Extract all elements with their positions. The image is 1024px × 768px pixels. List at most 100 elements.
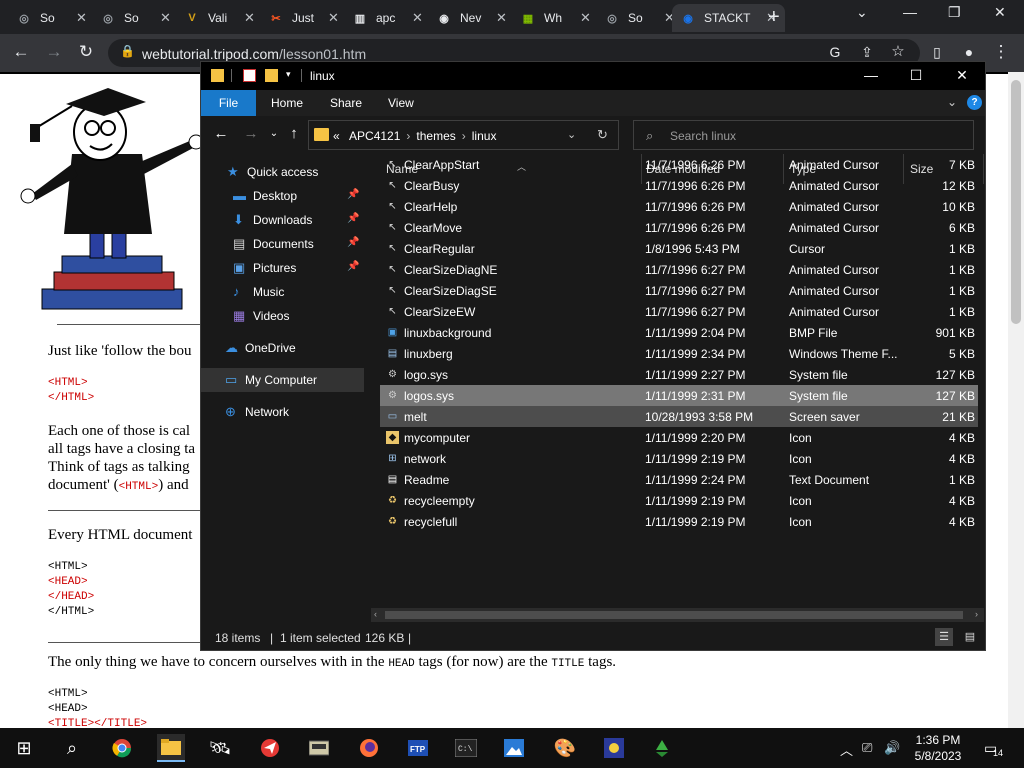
- customize-quick-access-icon[interactable]: ▾: [286, 69, 299, 80]
- large-icons-view-icon[interactable]: ▤: [961, 628, 979, 646]
- tab-search-icon[interactable]: ⌄: [856, 4, 868, 21]
- tab-home[interactable]: Home: [271, 96, 303, 110]
- browser-tab[interactable]: ✂ Just ✕: [260, 4, 347, 32]
- address-bar[interactable]: « APC4121 › themes › linux ⌄ ↻: [308, 120, 619, 150]
- close-tab-icon[interactable]: ✕: [244, 10, 255, 26]
- terminal-icon[interactable]: C:\: [452, 734, 480, 762]
- file-row[interactable]: ⚙ logos.sys 1/11/1999 2:31 PM System file 12…: [380, 385, 978, 406]
- file-row[interactable]: ♻ recycleempty 1/11/1999 2:19 PM Icon 4 KB: [380, 490, 978, 511]
- pin-icon[interactable]: 📌: [347, 213, 359, 224]
- pin-icon[interactable]: 📌: [347, 261, 359, 272]
- lock-icon[interactable]: 🔒: [120, 44, 135, 58]
- menu-icon[interactable]: ⋮: [990, 42, 1012, 62]
- browser-tab[interactable]: ▥ apc ✕: [344, 4, 431, 32]
- restore-browser-icon[interactable]: ❐: [948, 4, 961, 21]
- nav-item-desktop[interactable]: ▬ Desktop 📌: [201, 184, 364, 208]
- nav-item-pictures[interactable]: ▣ Pictures 📌: [201, 256, 364, 280]
- network-tray-icon[interactable]: ⎚: [862, 740, 872, 756]
- paint-icon[interactable]: 🎨: [551, 734, 579, 762]
- disk-cleanup-icon[interactable]: 🛰: [206, 734, 234, 762]
- back-icon[interactable]: ←: [211, 125, 231, 142]
- vs-icon[interactable]: [600, 734, 628, 762]
- chrome-icon[interactable]: [108, 734, 136, 762]
- expand-ribbon-icon[interactable]: ⌄: [947, 95, 957, 109]
- pin-icon[interactable]: 📌: [347, 189, 359, 200]
- close-icon[interactable]: ✕: [947, 67, 977, 84]
- nav-item-music[interactable]: ♪ Music: [201, 280, 364, 304]
- file-row[interactable]: ◆ mycomputer 1/11/1999 2:20 PM Icon 4 KB: [380, 427, 978, 448]
- pin-icon[interactable]: 📌: [347, 237, 359, 248]
- breadcrumb-item[interactable]: linux: [472, 129, 497, 143]
- share-icon[interactable]: ⇪: [856, 44, 878, 61]
- browser-tab[interactable]: ◎ So ✕: [596, 4, 683, 32]
- nav-item-network[interactable]: ⊕ Network: [201, 400, 364, 424]
- close-browser-icon[interactable]: ✕: [994, 4, 1006, 21]
- scroll-left-icon[interactable]: ‹: [374, 609, 377, 619]
- file-explorer-icon[interactable]: [157, 734, 185, 762]
- search-input[interactable]: [670, 127, 960, 144]
- forward-icon[interactable]: →: [241, 125, 261, 142]
- file-row[interactable]: ▤ Readme 1/11/1999 2:24 PM Text Document 1 K…: [380, 469, 978, 490]
- close-tab-icon[interactable]: ✕: [160, 10, 171, 26]
- file-row[interactable]: ▣ linuxbackground 1/11/1999 2:04 PM BMP Fil…: [380, 322, 978, 343]
- tab-file[interactable]: File: [201, 90, 256, 116]
- nav-item-documents[interactable]: ▤ Documents 📌: [201, 232, 364, 256]
- browser-tab[interactable]: ◎ So ✕: [8, 4, 95, 32]
- show-hidden-icons-icon[interactable]: ︿: [840, 740, 853, 759]
- file-row[interactable]: ↖ ClearSizeEW 11/7/1996 6:27 PM Animated Cu…: [380, 301, 978, 322]
- close-tab-icon[interactable]: ✕: [76, 10, 87, 26]
- notification-icon[interactable]: ▭ 14: [984, 740, 1003, 758]
- nav-item-videos[interactable]: ▦ Videos: [201, 304, 364, 328]
- breadcrumb-item[interactable]: themes: [416, 129, 455, 143]
- file-row[interactable]: ↖ ClearSizeDiagNE 11/7/1996 6:27 PM Animate…: [380, 259, 978, 280]
- file-row[interactable]: ▤ linuxberg 1/11/1999 2:34 PM Windows Theme…: [380, 343, 978, 364]
- file-row[interactable]: ↖ ClearAppStart 11/7/1996 6:26 PM Animated …: [380, 154, 978, 175]
- close-tab-icon[interactable]: ✕: [328, 10, 339, 26]
- browser-tab[interactable]: ◉ Nev ✕: [428, 4, 515, 32]
- radio-app-icon[interactable]: [305, 734, 333, 762]
- breadcrumb-overflow[interactable]: «: [333, 129, 340, 143]
- file-row[interactable]: ▭ melt 10/28/1993 3:58 PM Screen saver 21 KB: [380, 406, 978, 427]
- new-folder-icon[interactable]: [265, 69, 278, 82]
- back-icon[interactable]: ←: [10, 42, 32, 62]
- close-tab-icon[interactable]: ✕: [496, 10, 507, 26]
- side-panel-icon[interactable]: ▯: [926, 44, 948, 61]
- browser-tab[interactable]: ◎ So ✕: [92, 4, 179, 32]
- photos-icon[interactable]: [500, 734, 528, 762]
- browser-tab[interactable]: ▦ Wh ✕: [512, 4, 599, 32]
- tab-view[interactable]: View: [388, 96, 414, 110]
- recent-locations-icon[interactable]: ⌄: [264, 128, 284, 139]
- nav-item-my-computer[interactable]: ▭ My Computer: [201, 368, 364, 392]
- bookmark-star-icon[interactable]: ☆: [887, 42, 909, 60]
- url-text[interactable]: webtutorial.tripod.com/lesson01.htm: [142, 46, 366, 62]
- file-row[interactable]: ⊞ network 1/11/1999 2:19 PM Icon 4 KB: [380, 448, 978, 469]
- volume-icon[interactable]: 🔊: [884, 740, 900, 756]
- file-row[interactable]: ↖ ClearRegular 1/8/1996 5:43 PM Cursor 1 KB: [380, 238, 978, 259]
- page-scroll-thumb[interactable]: [1011, 80, 1021, 324]
- scroll-thumb[interactable]: [385, 611, 963, 619]
- file-row[interactable]: ↖ ClearHelp 11/7/1996 6:26 PM Animated Curs…: [380, 196, 978, 217]
- reload-icon[interactable]: ↻: [75, 42, 97, 62]
- system-clock[interactable]: 1:36 PM 5/8/2023: [903, 732, 973, 764]
- file-row[interactable]: ♻ recyclefull 1/11/1999 2:19 PM Icon 4 KB: [380, 511, 978, 532]
- windows-start-icon[interactable]: ⊞: [10, 734, 38, 762]
- forward-icon[interactable]: →: [43, 42, 65, 62]
- refresh-icon[interactable]: ↻: [597, 127, 608, 143]
- file-row[interactable]: ↖ ClearMove 11/7/1996 6:26 PM Animated Curs…: [380, 217, 978, 238]
- ftp-client-icon[interactable]: FTP: [404, 734, 432, 762]
- profile-icon[interactable]: ●: [958, 44, 980, 60]
- nav-item-quick-access[interactable]: ★ Quick access: [201, 160, 364, 184]
- new-tab-button[interactable]: +: [768, 6, 780, 29]
- nav-item-onedrive[interactable]: ☁ OneDrive: [201, 336, 364, 360]
- firefox-icon[interactable]: [355, 734, 383, 762]
- file-row[interactable]: ↖ ClearSizeDiagSE 11/7/1996 6:27 PM Animate…: [380, 280, 978, 301]
- horizontal-scrollbar[interactable]: ‹ ›: [371, 608, 984, 622]
- file-row[interactable]: ↖ ClearBusy 11/7/1996 6:26 PM Animated Curs…: [380, 175, 978, 196]
- close-tab-icon[interactable]: ✕: [412, 10, 423, 26]
- maximize-icon[interactable]: ☐: [901, 67, 931, 84]
- google-icon[interactable]: G: [824, 44, 846, 60]
- close-tab-icon[interactable]: ✕: [580, 10, 591, 26]
- search-box[interactable]: ⌕: [633, 120, 974, 150]
- up-icon[interactable]: ↑: [284, 125, 304, 142]
- minimize-browser-icon[interactable]: —: [903, 4, 917, 20]
